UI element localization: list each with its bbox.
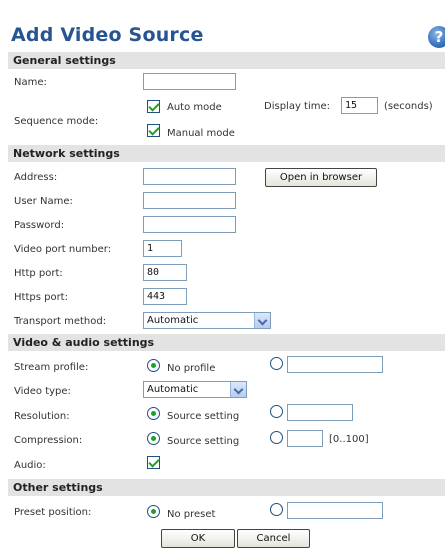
video-type-select[interactable]: Automatic <box>143 381 247 398</box>
compression-label: Compression: <box>14 435 83 446</box>
password-input[interactable] <box>143 216 236 233</box>
open-in-browser-button[interactable]: Open in browser <box>265 168 377 187</box>
audio-checkbox[interactable] <box>147 456 160 469</box>
manual-mode-checkbox[interactable] <box>147 124 160 137</box>
compression-custom-radio[interactable] <box>270 431 283 444</box>
seconds-label: (seconds) <box>384 101 433 112</box>
section-general-settings: General settings <box>8 52 445 69</box>
compression-source-radio[interactable] <box>147 432 160 445</box>
chevron-down-icon[interactable] <box>254 313 270 328</box>
chevron-down-icon[interactable] <box>230 382 246 397</box>
address-label: Address: <box>14 172 58 183</box>
video-type-value: Automatic <box>147 384 199 395</box>
transport-method-select[interactable]: Automatic <box>143 312 271 329</box>
preset-position-label: Preset position: <box>14 507 92 518</box>
auto-mode-label: Auto mode <box>167 102 222 113</box>
display-time-label: Display time: <box>264 101 331 112</box>
stream-custom-radio[interactable] <box>270 357 283 370</box>
video-port-label: Video port number: <box>14 244 112 255</box>
page-title: Add Video Source <box>11 24 204 46</box>
resolution-custom-radio[interactable] <box>270 405 283 418</box>
no-preset-label: No preset <box>167 509 216 520</box>
address-input[interactable] <box>143 168 236 185</box>
preset-position-input[interactable] <box>287 502 383 519</box>
audio-label: Audio: <box>14 460 46 471</box>
section-other-settings: Other settings <box>8 479 445 496</box>
preset-custom-radio[interactable] <box>270 503 283 516</box>
sequence-mode-label: Sequence mode: <box>14 116 99 127</box>
transport-method-label: Transport method: <box>14 316 107 327</box>
help-icon[interactable]: ? <box>428 26 445 48</box>
video-port-input[interactable]: 1 <box>143 240 182 257</box>
username-label: User Name: <box>14 196 73 207</box>
no-preset-radio[interactable] <box>147 505 160 518</box>
compression-range-label: [0..100] <box>329 434 369 445</box>
stream-profile-input[interactable] <box>287 356 383 373</box>
https-port-label: Https port: <box>14 292 68 303</box>
transport-method-value: Automatic <box>147 315 199 326</box>
resolution-label: Resolution: <box>14 411 70 422</box>
cancel-button[interactable]: Cancel <box>237 529 310 548</box>
no-profile-label: No profile <box>167 363 216 374</box>
compression-source-label: Source setting <box>167 436 240 447</box>
ok-button[interactable]: OK <box>161 529 235 548</box>
no-profile-radio[interactable] <box>147 359 160 372</box>
display-time-input[interactable]: 15 <box>341 97 378 114</box>
compression-input[interactable] <box>287 430 323 447</box>
username-input[interactable] <box>143 192 236 209</box>
https-port-input[interactable]: 443 <box>143 288 187 305</box>
section-network-settings: Network settings <box>8 145 445 162</box>
http-port-label: Http port: <box>14 268 63 279</box>
name-input[interactable] <box>143 73 236 90</box>
section-video-audio-settings: Video & audio settings <box>8 334 445 351</box>
http-port-input[interactable]: 80 <box>143 264 187 281</box>
name-label: Name: <box>14 77 47 88</box>
resolution-input[interactable] <box>287 404 353 421</box>
video-type-label: Video type: <box>14 386 71 397</box>
add-video-source-dialog: Add Video Source ? General settings Name… <box>0 0 445 556</box>
resolution-source-label: Source setting <box>167 411 240 422</box>
auto-mode-checkbox[interactable] <box>147 100 160 113</box>
password-label: Password: <box>14 220 65 231</box>
resolution-source-radio[interactable] <box>147 407 160 420</box>
manual-mode-label: Manual mode <box>167 128 235 139</box>
stream-profile-label: Stream profile: <box>14 362 89 373</box>
